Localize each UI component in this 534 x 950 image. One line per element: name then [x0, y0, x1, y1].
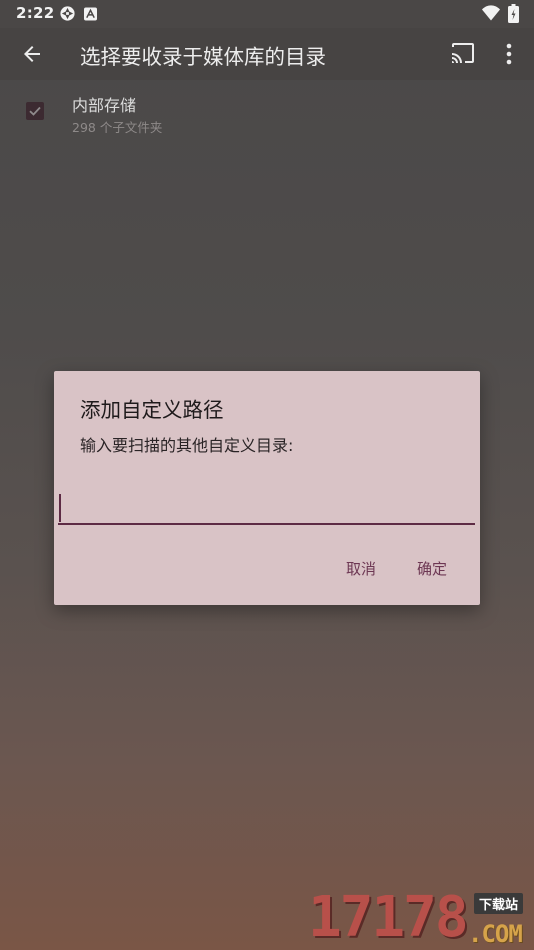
watermark-domain: .COM — [468, 920, 523, 948]
status-bar: 2:22 — [0, 0, 534, 28]
notification-app-icon — [59, 5, 76, 22]
notification-a-icon — [84, 6, 97, 21]
custom-path-input[interactable] — [58, 487, 475, 525]
overflow-menu-icon[interactable] — [505, 42, 513, 66]
cancel-button[interactable]: 取消 — [336, 551, 386, 587]
status-time: 2:22 — [16, 4, 55, 22]
cast-icon[interactable] — [450, 42, 476, 64]
page-title: 选择要收录于媒体库的目录 — [80, 45, 326, 69]
app-bar: 选择要收录于媒体库的目录 — [0, 28, 534, 80]
dialog-message: 输入要扫描的其他自定义目录: — [80, 436, 294, 455]
checkmark-icon — [29, 106, 41, 116]
list-item-internal-storage[interactable]: 内部存储 298 个子文件夹 — [0, 80, 534, 140]
battery-icon — [508, 4, 519, 23]
ok-button[interactable]: 确定 — [407, 551, 457, 587]
text-caret — [59, 494, 61, 522]
wifi-icon — [482, 5, 500, 21]
dialog-title: 添加自定义路径 — [80, 398, 224, 422]
storage-checkbox[interactable] — [26, 102, 44, 120]
add-custom-path-dialog: 添加自定义路径 输入要扫描的其他自定义目录: 取消 确定 — [54, 371, 480, 605]
back-arrow-icon[interactable] — [20, 42, 44, 66]
storage-name: 内部存储 — [72, 96, 137, 115]
watermark-logo: 17178 下载站 .COM — [308, 888, 532, 948]
subfolder-count: 298 个子文件夹 — [72, 120, 163, 135]
watermark-tag: 下载站 — [474, 893, 524, 914]
watermark-digits: 17178 — [308, 885, 469, 950]
